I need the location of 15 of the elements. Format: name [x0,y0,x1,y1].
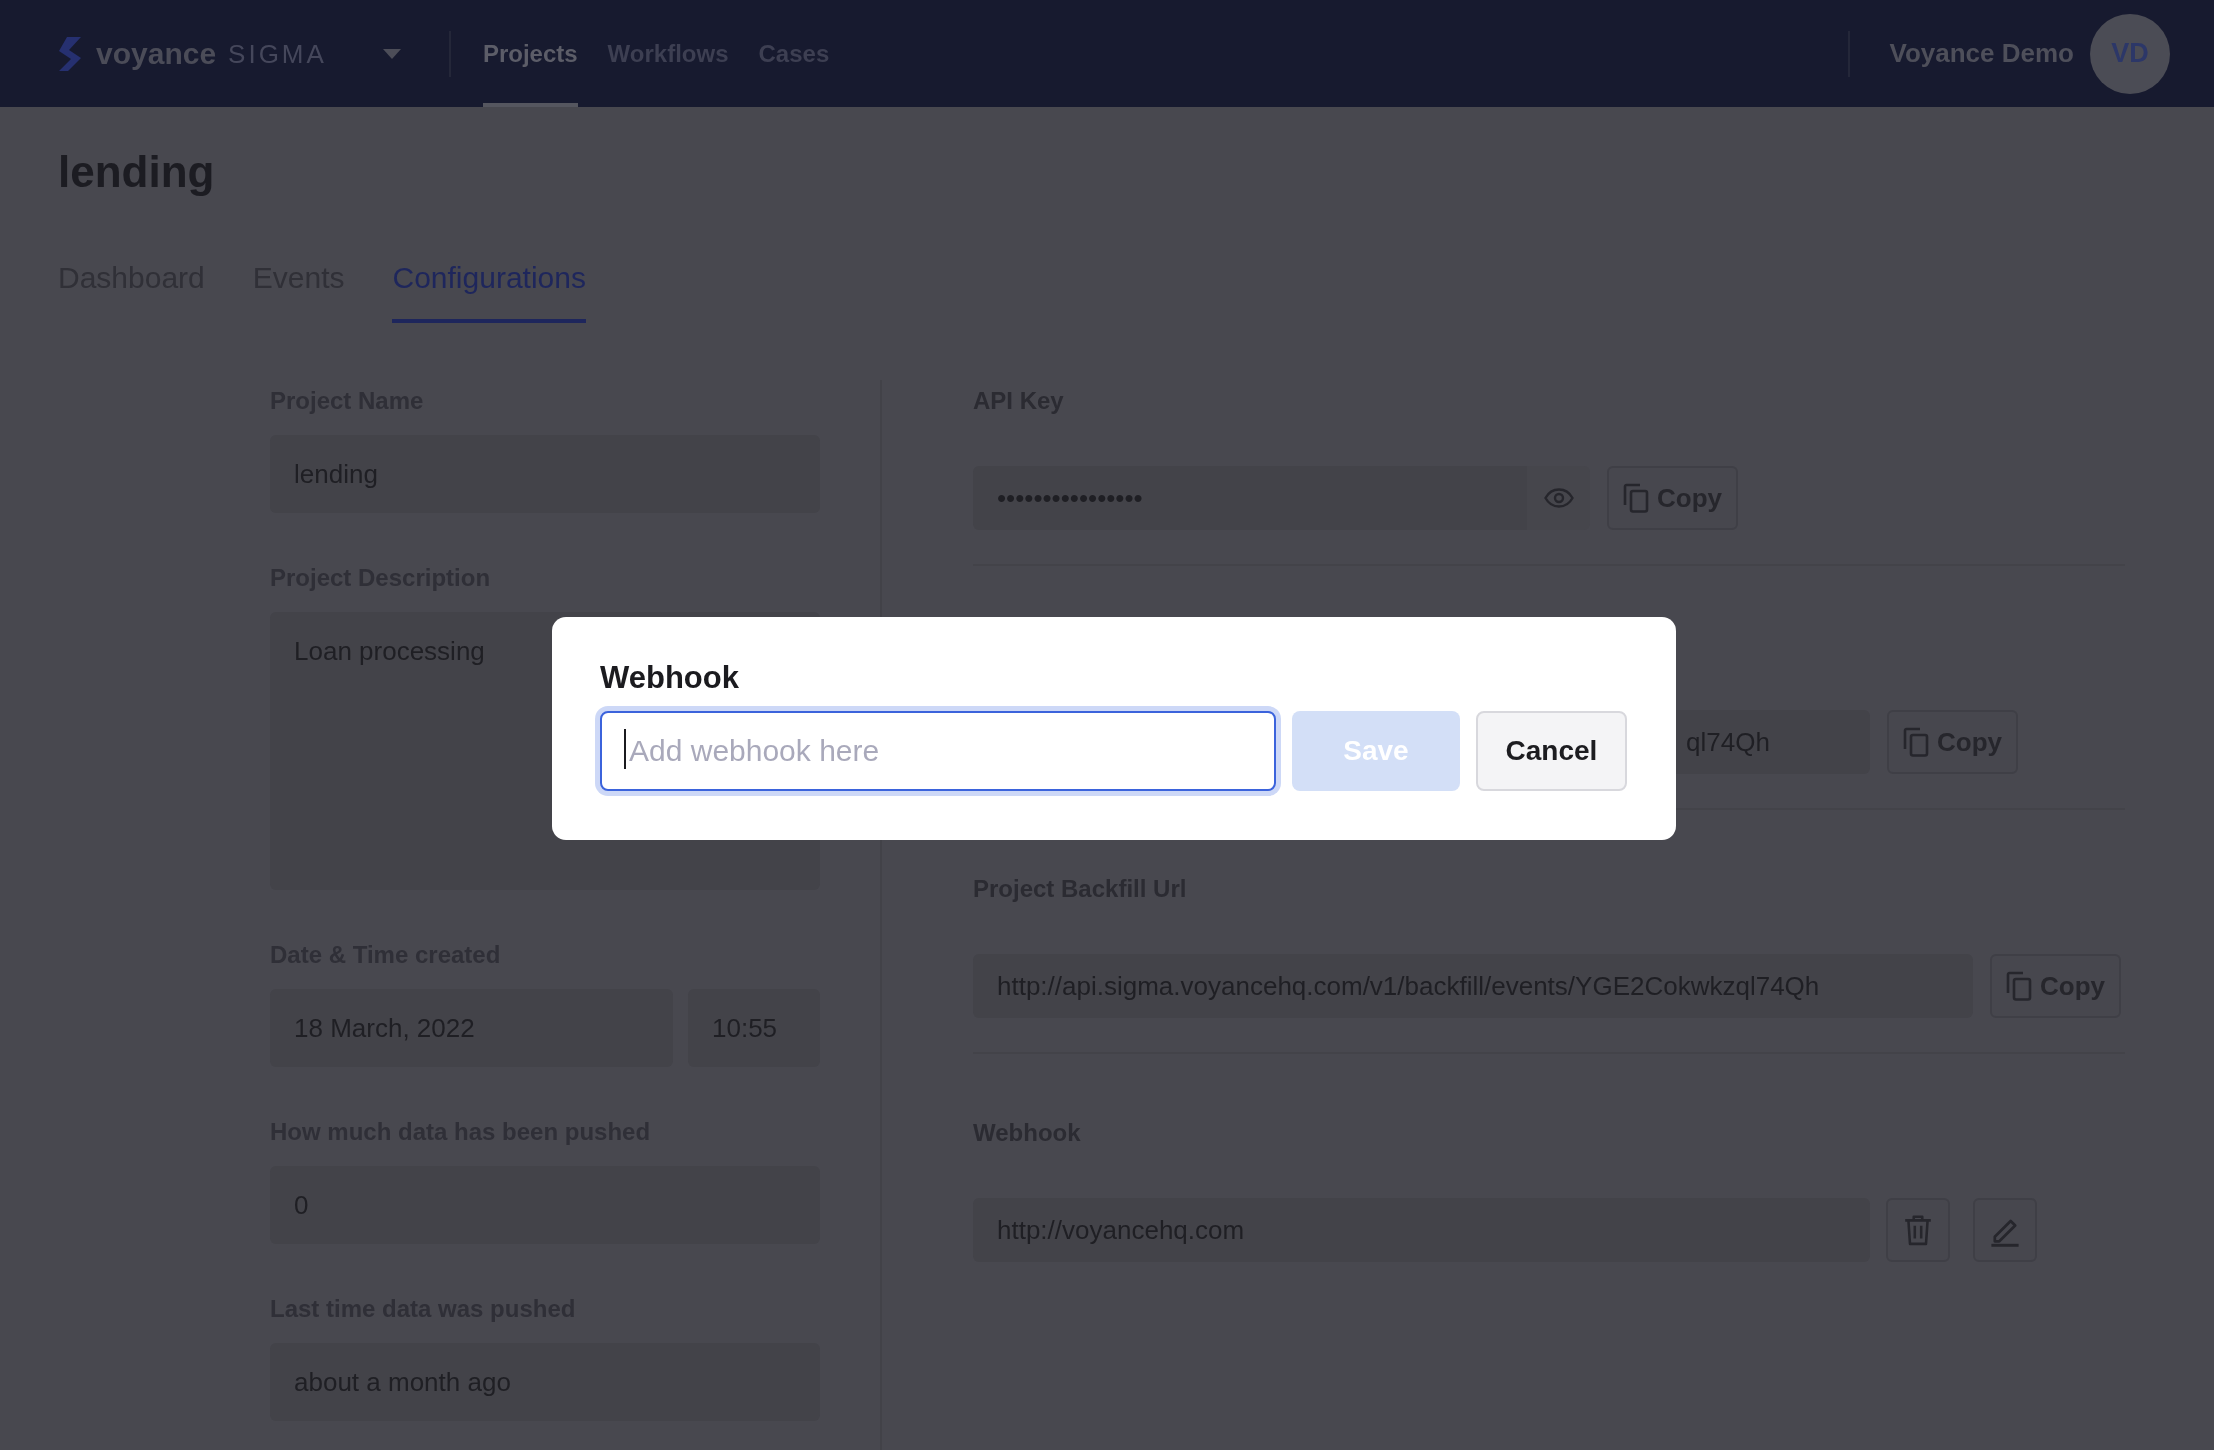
api-key-field[interactable]: •••••••••••••••• [973,466,1527,530]
text-cursor-icon [624,729,626,769]
edit-button[interactable] [1973,1198,2037,1262]
nav-link[interactable]: Projects [482,0,578,107]
logo-icon [58,36,82,71]
cancel-button[interactable]: Cancel [1476,711,1627,791]
trash-icon [1904,1214,1932,1246]
caret-down-icon[interactable] [382,48,401,59]
delete-button[interactable] [1886,1198,1950,1262]
dialog-title: Webhook [600,659,739,697]
copy-icon [1623,483,1649,513]
copy-icon [1903,727,1929,757]
webhook-input[interactable]: Add webhook here [600,711,1276,791]
copy-icon [2006,971,2032,1001]
eye-icon [1543,488,1574,508]
